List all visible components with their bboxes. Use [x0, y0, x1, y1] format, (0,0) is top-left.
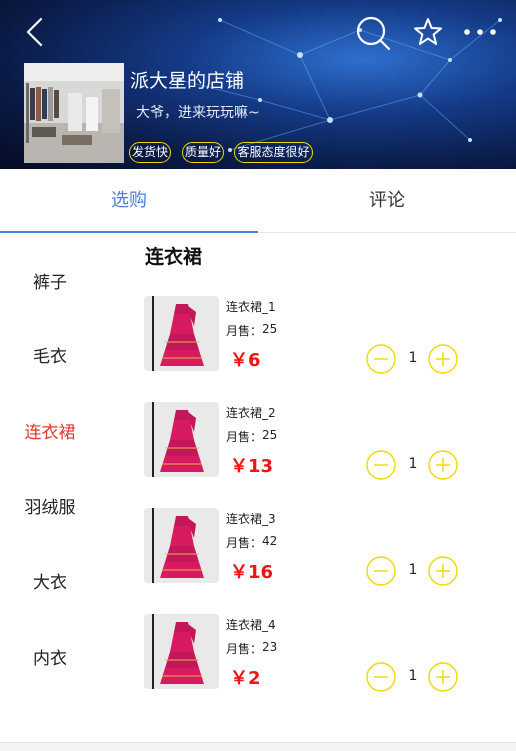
increase-button[interactable]: [428, 344, 458, 374]
shop-tag: 发货快: [129, 142, 171, 163]
increase-button[interactable]: [428, 450, 458, 480]
minus-icon: [366, 344, 396, 374]
category-item[interactable]: 大衣: [0, 563, 100, 603]
sales-label: 月售：: [226, 536, 263, 550]
plus-icon: [428, 450, 458, 480]
back-icon: [26, 17, 43, 47]
sales-label: 月售：: [226, 324, 263, 338]
quantity-value: 1: [408, 562, 418, 578]
top-bar: [0, 0, 516, 64]
sales-label: 月售：: [226, 430, 263, 444]
search-icon: [356, 16, 391, 51]
product-item[interactable]: 连衣裙_2 月售： 25 ￥13 1: [144, 402, 516, 508]
decrease-button[interactable]: [366, 344, 396, 374]
back-button[interactable]: [18, 14, 50, 50]
tab-bar: 选购 评论: [0, 169, 516, 233]
product-image: [144, 296, 219, 371]
product-sales: 25: [262, 428, 278, 442]
tab-shop[interactable]: 选购: [0, 169, 258, 232]
shop-name: 派大星的店铺: [130, 70, 245, 92]
increase-button[interactable]: [428, 662, 458, 692]
category-sidebar: 裤子 毛衣 连衣裙 羽绒服 大衣 内衣: [0, 233, 100, 743]
category-item[interactable]: 连衣裙: [0, 413, 100, 453]
minus-icon: [366, 450, 396, 480]
quantity-value: 1: [408, 456, 418, 472]
decrease-button[interactable]: [366, 450, 396, 480]
product-name: 连衣裙_2: [226, 406, 276, 420]
plus-icon: [428, 344, 458, 374]
shop-header: 派大星的店铺 大爷，进来玩玩嘛~ 发货快 质量好 客服态度很好: [0, 0, 516, 169]
search-button[interactable]: [354, 14, 392, 52]
tab-reviews[interactable]: 评论: [258, 169, 516, 232]
favorite-button[interactable]: [410, 14, 446, 50]
shop-image: [24, 63, 124, 163]
product-item[interactable]: 连衣裙_4 月售： 23 ￥2 1: [144, 614, 516, 720]
product-name: 连衣裙_1: [226, 300, 276, 314]
shop-tag: 质量好: [182, 142, 224, 163]
product-image: [144, 614, 219, 689]
increase-button[interactable]: [428, 556, 458, 586]
product-price: ￥13: [230, 456, 274, 477]
product-price: ￥6: [230, 350, 261, 371]
decrease-button[interactable]: [366, 556, 396, 586]
more-icon: [464, 29, 496, 35]
product-sales: 42: [262, 534, 278, 548]
minus-icon: [366, 662, 396, 692]
product-price: ￥16: [230, 562, 274, 583]
product-image: [144, 508, 219, 583]
product-item[interactable]: 连衣裙_1 月售： 25 ￥6 1: [144, 296, 516, 402]
section-title: 连衣裙: [145, 246, 203, 268]
category-item[interactable]: 毛衣: [0, 337, 100, 377]
quantity-value: 1: [408, 668, 418, 684]
product-name: 连衣裙_3: [226, 512, 276, 526]
shop-tag: 客服态度很好: [234, 142, 313, 163]
product-sales: 25: [262, 322, 278, 336]
product-sales: 23: [262, 640, 278, 654]
product-name: 连衣裙_4: [226, 618, 276, 632]
plus-icon: [428, 662, 458, 692]
quantity-value: 1: [408, 350, 418, 366]
category-item[interactable]: 裤子: [0, 263, 100, 303]
shop-page: 派大星的店铺 大爷，进来玩玩嘛~ 发货快 质量好 客服态度很好 选购 评论 裤子…: [0, 0, 516, 751]
category-item[interactable]: 内衣: [0, 639, 100, 679]
product-image: [144, 402, 219, 477]
category-item[interactable]: 羽绒服: [0, 488, 100, 528]
decrease-button[interactable]: [366, 662, 396, 692]
bottom-bar: [0, 742, 516, 751]
product-item[interactable]: 连衣裙_3 月售： 42 ￥16 1: [144, 508, 516, 614]
minus-icon: [366, 556, 396, 586]
star-icon: [414, 18, 442, 45]
sales-label: 月售：: [226, 642, 263, 656]
more-button[interactable]: [460, 18, 500, 46]
plus-icon: [428, 556, 458, 586]
shop-slogan: 大爷，进来玩玩嘛~: [136, 105, 260, 121]
product-price: ￥2: [230, 668, 261, 689]
